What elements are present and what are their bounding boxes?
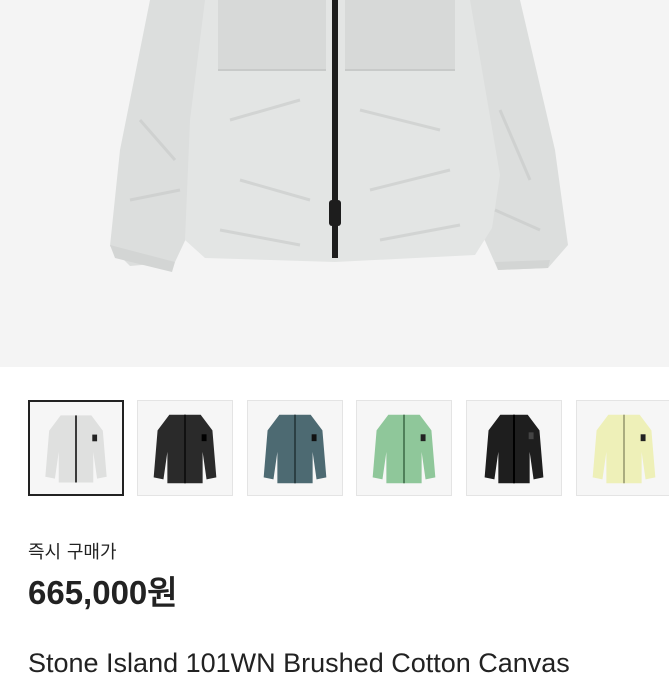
product-main-image bbox=[0, 0, 669, 367]
thumbnail-teal-grey[interactable] bbox=[247, 400, 343, 496]
jacket-thumbnail-image bbox=[30, 402, 122, 494]
thumbnail-light-grey[interactable] bbox=[28, 400, 124, 496]
purchase-price-label: 즉시 구매가 bbox=[28, 542, 117, 563]
thumbnail-strip bbox=[28, 400, 669, 496]
thumbnail-pale-yellow[interactable] bbox=[576, 400, 669, 496]
price: 665,000원 bbox=[28, 574, 178, 611]
product-title: Stone Island 101WN Brushed Cotton Canvas bbox=[28, 648, 570, 678]
jacket-illustration bbox=[0, 0, 669, 367]
jacket-thumbnail-image bbox=[577, 401, 669, 495]
thumbnail-sage-green[interactable] bbox=[356, 400, 452, 496]
jacket-thumbnail-image bbox=[467, 401, 561, 495]
jacket-thumbnail-image bbox=[138, 401, 232, 495]
jacket-thumbnail-image bbox=[248, 401, 342, 495]
jacket-thumbnail-image bbox=[357, 401, 451, 495]
thumbnail-black-2[interactable] bbox=[466, 400, 562, 496]
thumbnail-black[interactable] bbox=[137, 400, 233, 496]
